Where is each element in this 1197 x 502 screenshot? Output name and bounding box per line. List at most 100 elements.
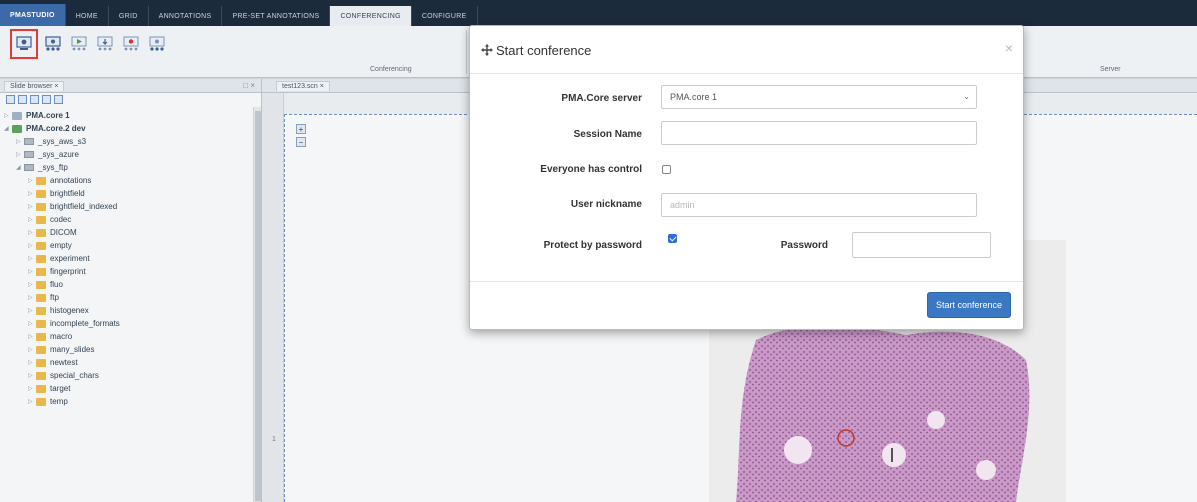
thumbnail-view-icon[interactable] <box>42 95 51 104</box>
tree-item-label: empty <box>50 241 72 250</box>
tree-item[interactable]: ◢ _sys_ftp <box>4 161 261 174</box>
expanded-arrow-icon[interactable]: ◢ <box>4 125 12 132</box>
collapsed-arrow-icon[interactable]: ▷ <box>28 242 36 249</box>
tree-item[interactable]: ▷ histogenex <box>4 304 261 317</box>
folder-icon <box>36 215 46 224</box>
tree-item[interactable]: ▷ many_slides <box>4 343 261 356</box>
brand-tab[interactable]: PMASTUDIO <box>0 4 66 26</box>
tree-item[interactable]: ▷ special_chars <box>4 369 261 382</box>
expanded-arrow-icon[interactable]: ◢ <box>16 164 24 171</box>
sync-icon[interactable] <box>30 95 39 104</box>
tree-item[interactable]: ▷ brightfield_indexed <box>4 200 261 213</box>
collapsed-arrow-icon[interactable]: ▷ <box>28 203 36 210</box>
tree-item-label: temp <box>50 397 68 406</box>
move-icon[interactable] <box>481 44 493 56</box>
close-icon[interactable]: × <box>1005 40 1013 56</box>
close-icon[interactable]: × <box>54 83 58 90</box>
tree-item[interactable]: ▷ ftp <box>4 291 261 304</box>
chevron-down-icon: ⌄ <box>963 92 970 101</box>
tree-item[interactable]: ▷ _sys_azure <box>4 148 261 161</box>
everyone-control-label: Everyone has control <box>540 164 642 175</box>
tab-configure[interactable]: CONFIGURE <box>412 6 478 26</box>
tree-item[interactable]: ▷ incomplete_formats <box>4 317 261 330</box>
tree-item-label: many_slides <box>50 345 95 354</box>
list-view-icon[interactable] <box>6 95 15 104</box>
collapsed-arrow-icon[interactable]: ▷ <box>28 229 36 236</box>
tree-item-label: PMA.core.2 dev <box>26 124 86 133</box>
zoom-in-button[interactable]: + <box>296 124 306 134</box>
tab-annotations[interactable]: ANNOTATIONS <box>149 6 223 26</box>
tree-item[interactable]: ▷ codec <box>4 213 261 226</box>
tree-scrollbar[interactable] <box>253 107 261 502</box>
nickname-input[interactable]: admin <box>661 193 977 217</box>
server-icon <box>12 124 22 133</box>
tab-home[interactable]: HOME <box>66 6 109 26</box>
collapsed-arrow-icon[interactable]: ▷ <box>28 294 36 301</box>
collapsed-arrow-icon[interactable]: ▷ <box>28 307 36 314</box>
tree-item-label: brightfield <box>50 189 85 198</box>
collapsed-arrow-icon[interactable]: ▷ <box>28 385 36 392</box>
everyone-control-checkbox[interactable] <box>662 165 671 174</box>
tree-item[interactable]: ▷ macro <box>4 330 261 343</box>
collapsed-arrow-icon[interactable]: ▷ <box>28 346 36 353</box>
folder-icon <box>36 345 46 354</box>
collapsed-arrow-icon[interactable]: ▷ <box>28 359 36 366</box>
record-button[interactable] <box>120 32 142 56</box>
close-icon[interactable]: × <box>320 83 324 90</box>
tree-item[interactable]: ▷ empty <box>4 239 261 252</box>
folder-icon <box>36 319 46 328</box>
tree-item[interactable]: ▷ temp <box>4 395 261 408</box>
collapsed-arrow-icon[interactable]: ▷ <box>28 268 36 275</box>
tree-item[interactable]: ▷ _sys_aws_s3 <box>4 135 261 148</box>
viewer-tab-label: test123.scn <box>282 82 318 90</box>
tree-item-label: experiment <box>50 254 90 263</box>
collapsed-arrow-icon[interactable]: ▷ <box>28 372 36 379</box>
session-name-input[interactable] <box>661 121 977 145</box>
collapsed-arrow-icon[interactable]: ▷ <box>28 216 36 223</box>
tree-item[interactable]: ▷ newtest <box>4 356 261 369</box>
tree-item-label: incomplete_formats <box>50 319 120 328</box>
tree-item[interactable]: ▷ PMA.core 1 <box>4 109 261 122</box>
tab-preset-annotations[interactable]: PRE-SET ANNOTATIONS <box>222 6 331 26</box>
tree-item[interactable]: ▷ brightfield <box>4 187 261 200</box>
collapsed-arrow-icon[interactable]: ▷ <box>28 255 36 262</box>
viewer-tab[interactable]: test123.scn × <box>276 80 330 91</box>
follow-button[interactable] <box>94 32 116 56</box>
refresh-icon[interactable] <box>18 95 27 104</box>
collapsed-arrow-icon[interactable]: ▷ <box>28 333 36 340</box>
folder-icon <box>36 254 46 263</box>
collapsed-arrow-icon[interactable]: ▷ <box>28 177 36 184</box>
ruler-mark: 1 <box>272 436 276 443</box>
tree-item[interactable]: ▷ fluo <box>4 278 261 291</box>
scrollbar-thumb[interactable] <box>255 111 261 501</box>
slide-browser-tab[interactable]: Slide browser × <box>4 80 65 91</box>
tree-item[interactable]: ▷ target <box>4 382 261 395</box>
panel-window-controls[interactable]: □ × <box>243 81 255 90</box>
collapsed-arrow-icon[interactable]: ▷ <box>16 138 24 145</box>
collapsed-arrow-icon[interactable]: ▷ <box>28 281 36 288</box>
start-conference-button[interactable]: Start conference <box>926 292 1011 318</box>
tab-conferencing[interactable]: CONFERENCING <box>330 6 412 26</box>
participants-button[interactable] <box>146 32 168 56</box>
tree-item[interactable]: ▷ experiment <box>4 252 261 265</box>
collapsed-arrow-icon[interactable]: ▷ <box>28 320 36 327</box>
collapsed-arrow-icon[interactable]: ▷ <box>16 151 24 158</box>
tree-item[interactable]: ◢ PMA.core.2 dev <box>4 122 261 135</box>
collapsed-arrow-icon[interactable]: ▷ <box>28 398 36 405</box>
server-select[interactable]: PMA.core 1 ⌄ <box>661 85 977 109</box>
present-button[interactable] <box>68 32 90 56</box>
tab-grid[interactable]: GRID <box>109 6 149 26</box>
protect-password-checkbox[interactable] <box>668 234 677 243</box>
zoom-out-button[interactable]: − <box>296 137 306 147</box>
nickname-label: User nickname <box>570 199 642 210</box>
tree-item[interactable]: ▷ fingerprint <box>4 265 261 278</box>
collapsed-arrow-icon[interactable]: ▷ <box>28 190 36 197</box>
start-conference-button[interactable] <box>10 29 38 59</box>
password-input[interactable] <box>852 232 991 258</box>
folder-icon <box>36 280 46 289</box>
join-conference-button[interactable] <box>42 32 64 56</box>
collapsed-arrow-icon[interactable]: ▷ <box>4 112 12 119</box>
tree-item[interactable]: ▷ annotations <box>4 174 261 187</box>
details-view-icon[interactable] <box>54 95 63 104</box>
tree-item[interactable]: ▷ DICOM <box>4 226 261 239</box>
